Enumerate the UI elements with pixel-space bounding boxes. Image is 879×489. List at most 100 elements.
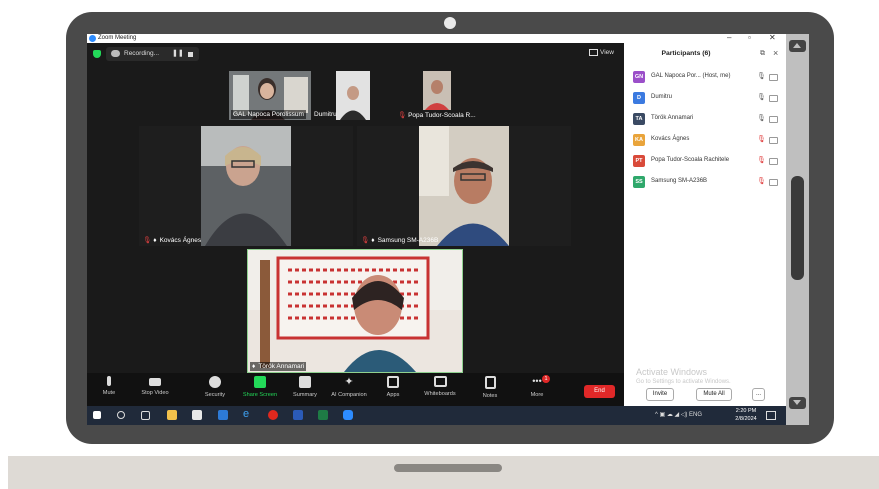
shield-icon	[209, 376, 221, 388]
participant-row[interactable]: SS Samsung SM-A236B 🎙	[633, 176, 783, 190]
participant-video	[201, 126, 291, 246]
participant-row[interactable]: GN GAL Napoca Por... (Host, me) 🎙	[633, 71, 783, 85]
notification-badge: 1	[542, 375, 550, 383]
scroll-down-arrow-icon[interactable]	[789, 397, 806, 409]
language-indicator[interactable]: ENG	[689, 412, 702, 418]
windows-start-icon[interactable]	[93, 411, 101, 419]
video-camera-icon[interactable]	[769, 95, 778, 102]
active-speaker-tile[interactable]: ♦ Török Annamari	[247, 249, 463, 373]
microphone-icon[interactable]: 🎙	[757, 72, 766, 80]
participant-name: Török Annamari	[258, 363, 305, 370]
participant-row[interactable]: PT Popa Tudor-Scoala Rachitele 🎙	[633, 155, 783, 169]
video-tile[interactable]: GAL Napoca Porolissum	[229, 71, 311, 120]
minimize-button[interactable]: –	[727, 34, 731, 42]
participant-video	[419, 126, 509, 246]
notes-icon	[484, 376, 496, 389]
participant-name: Kovács Ágnes	[159, 237, 202, 244]
participant-video	[423, 71, 451, 110]
window-controls: – ▫ ✕	[624, 34, 786, 43]
stop-recording-button[interactable]	[188, 52, 193, 57]
popout-icon[interactable]: ⧉	[760, 50, 765, 58]
word-icon[interactable]	[293, 410, 303, 420]
microphone-icon[interactable]: 🎙	[757, 93, 766, 101]
taskbar-clock[interactable]: 2:20 PM 2/8/2024	[731, 407, 761, 423]
participant-name: GAL Napoca Porolissum	[231, 110, 306, 119]
participant-name-row: ♦ Török Annamari	[250, 362, 307, 371]
avatar: PT	[633, 155, 645, 167]
notes-button[interactable]: Notes	[468, 376, 512, 399]
grid-icon	[589, 49, 598, 56]
opera-browser-icon[interactable]	[268, 410, 278, 420]
scrollbar-thumb[interactable]	[791, 176, 804, 280]
search-icon[interactable]	[117, 411, 125, 419]
pause-recording-button[interactable]: ❚❚	[172, 49, 184, 57]
video-tile[interactable]: 🎙 ♦ Samsung SM-A236B	[357, 126, 571, 246]
participants-panel: Participants (6) ⧉ × GN GAL Napoca Por..…	[624, 43, 786, 406]
meeting-toolbar: Mute Stop Video Security Share Screen Su…	[87, 373, 624, 406]
participant-row[interactable]: KA Kovács Ágnes 🎙	[633, 134, 783, 148]
scroll-up-arrow-icon[interactable]	[789, 40, 806, 52]
participant-name: Dumitru	[651, 94, 673, 100]
mail-icon[interactable]	[218, 410, 228, 420]
time: 2:20 PM	[735, 408, 757, 414]
scrollbar[interactable]	[786, 34, 809, 425]
recording-label: Recording...	[124, 50, 160, 57]
participant-name-row: 🎙 ♦ Samsung SM-A236B	[359, 236, 440, 245]
microphone-icon[interactable]: 🎙	[757, 114, 766, 122]
video-camera-icon[interactable]	[769, 74, 778, 81]
video-camera-icon[interactable]	[769, 158, 778, 165]
ai-companion-button[interactable]: ✦ AI Companion	[327, 376, 371, 398]
task-view-icon[interactable]	[141, 411, 150, 420]
muted-mic-icon[interactable]: 🎙	[757, 135, 766, 143]
system-tray: ^ ▣ ☁ ◢ ◁) ENG	[655, 412, 703, 418]
more-button[interactable]: ••• More	[515, 376, 559, 398]
apps-label: Apps	[386, 392, 400, 398]
muted-mic-icon: 🎙	[143, 237, 152, 244]
maximize-button[interactable]: ▫	[748, 34, 751, 42]
share-screen-button[interactable]: Share Screen	[238, 376, 282, 398]
participant-name: Samsung SM-A236B	[651, 178, 708, 184]
video-camera-icon[interactable]	[769, 137, 778, 144]
laptop-notch	[394, 464, 502, 472]
mute-all-button[interactable]: Mute All	[696, 388, 732, 401]
view-button[interactable]: View	[589, 49, 614, 56]
end-meeting-button[interactable]: End	[584, 385, 615, 398]
ai-companion-label: AI Companion	[331, 392, 367, 398]
whiteboards-button[interactable]: Whiteboards	[418, 376, 462, 397]
muted-mic-icon[interactable]: 🎙	[757, 177, 766, 185]
participant-name: Kovács Ágnes	[651, 136, 690, 142]
video-camera-icon[interactable]	[769, 179, 778, 186]
video-tile[interactable]	[423, 71, 451, 110]
muted-mic-icon[interactable]: 🎙	[757, 156, 766, 164]
edge-browser-icon[interactable]: e	[243, 409, 253, 420]
mute-label: Mute	[102, 390, 116, 396]
participant-row[interactable]: TA Török Annamari 🎙	[633, 113, 783, 127]
mute-button[interactable]: Mute	[87, 376, 131, 396]
participant-row[interactable]: D Dumitru 🎙	[633, 92, 783, 106]
avatar: D	[633, 92, 645, 104]
store-icon[interactable]	[192, 410, 202, 420]
shield-icon[interactable]	[93, 50, 101, 58]
excel-icon[interactable]	[318, 410, 328, 420]
stop-video-button[interactable]: Stop Video	[133, 376, 177, 396]
pin-icon: ♦	[371, 237, 375, 244]
avatar: KA	[633, 134, 645, 146]
screen: Zoom Meeting – ▫ ✕ Recording... ❚❚ View …	[87, 34, 809, 425]
close-icon[interactable]: ×	[773, 48, 778, 58]
file-explorer-icon[interactable]	[167, 410, 177, 420]
recording-indicator[interactable]: Recording... ❚❚	[106, 47, 199, 61]
close-window-button[interactable]: ✕	[769, 34, 776, 42]
video-tile[interactable]	[336, 71, 370, 120]
apps-button[interactable]: Apps	[371, 376, 415, 398]
summary-button[interactable]: Summary	[283, 376, 327, 398]
participant-name: Popa Tudor-Scoala R...	[408, 112, 476, 119]
view-label: View	[600, 49, 614, 57]
video-camera-icon[interactable]	[769, 116, 778, 123]
participant-video	[336, 71, 370, 120]
more-options-button[interactable]: ...	[752, 388, 765, 401]
video-tile[interactable]: 🎙 ♦ Kovács Ágnes	[139, 126, 353, 246]
zoom-app-icon[interactable]	[343, 410, 353, 420]
invite-button[interactable]: Invite	[646, 388, 674, 401]
security-button[interactable]: Security	[193, 376, 237, 398]
notification-center-icon[interactable]	[766, 411, 776, 420]
